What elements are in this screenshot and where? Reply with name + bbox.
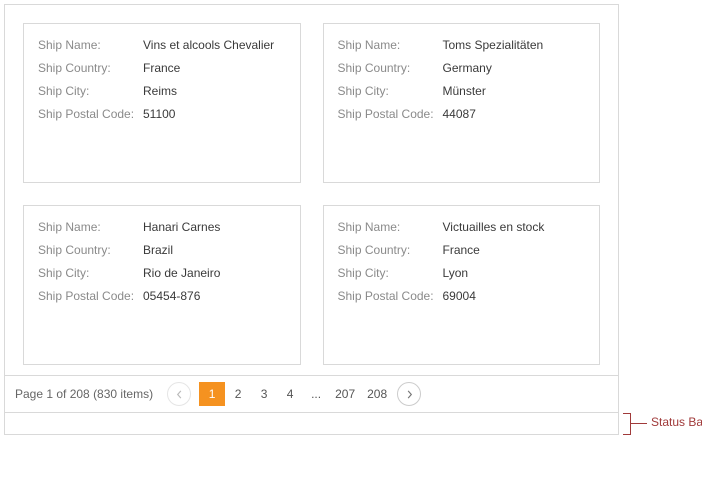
- field-value: 51100: [143, 107, 175, 121]
- prev-page-button: [167, 382, 191, 406]
- field-label: Ship Postal Code:: [338, 107, 443, 121]
- field-value: Hanari Carnes: [143, 220, 220, 234]
- field-label: Ship Country:: [338, 243, 443, 257]
- field-label: Ship Postal Code:: [38, 107, 143, 121]
- field-label: Ship City:: [338, 84, 443, 98]
- card-row: Ship City:Münster: [338, 84, 586, 98]
- data-card: Ship Name:Victuailles en stockShip Count…: [323, 205, 601, 365]
- footer-strip: [5, 412, 618, 434]
- status-bar: Page 1 of 208 (830 items) 1234...207208: [5, 375, 618, 412]
- page-number[interactable]: 207: [329, 382, 361, 406]
- card-row: Ship Name:Toms Spezialitäten: [338, 38, 586, 52]
- card-grid-area: Ship Name:Vins et alcools ChevalierShip …: [5, 5, 618, 375]
- bracket-tick: [631, 423, 647, 424]
- field-label: Ship City:: [338, 266, 443, 280]
- card-row: Ship Postal Code:69004: [338, 289, 586, 303]
- page-number[interactable]: 2: [225, 382, 251, 406]
- data-card: Ship Name:Toms SpezialitätenShip Country…: [323, 23, 601, 183]
- field-value: Brazil: [143, 243, 173, 257]
- field-label: Ship Country:: [338, 61, 443, 75]
- page-number[interactable]: 208: [361, 382, 393, 406]
- field-label: Ship Postal Code:: [38, 289, 143, 303]
- field-value: Toms Spezialitäten: [443, 38, 544, 52]
- page-number[interactable]: 1: [199, 382, 225, 406]
- card-row: Ship Postal Code:44087: [338, 107, 586, 121]
- field-label: Ship City:: [38, 266, 143, 280]
- field-value: 44087: [443, 107, 476, 121]
- page-info-text: Page 1 of 208 (830 items): [15, 387, 153, 401]
- field-label: Ship Name:: [338, 38, 443, 52]
- card-row: Ship Postal Code:51100: [38, 107, 286, 121]
- field-label: Ship Country:: [38, 61, 143, 75]
- field-value: Victuailles en stock: [443, 220, 545, 234]
- page-number[interactable]: 4: [277, 382, 303, 406]
- field-label: Ship Name:: [38, 38, 143, 52]
- card-row: Ship Country:Germany: [338, 61, 586, 75]
- bracket-shape: [630, 413, 631, 435]
- field-label: Ship City:: [38, 84, 143, 98]
- chevron-left-icon: [175, 390, 184, 399]
- field-value: Lyon: [443, 266, 469, 280]
- page-number[interactable]: 3: [251, 382, 277, 406]
- field-label: Ship Country:: [38, 243, 143, 257]
- field-value: 69004: [443, 289, 476, 303]
- field-label: Ship Name:: [338, 220, 443, 234]
- card-row: Ship Name:Hanari Carnes: [38, 220, 286, 234]
- data-view-container: Ship Name:Vins et alcools ChevalierShip …: [4, 4, 619, 435]
- field-value: Rio de Janeiro: [143, 266, 220, 280]
- card-grid: Ship Name:Vins et alcools ChevalierShip …: [23, 23, 600, 365]
- field-value: 05454-876: [143, 289, 200, 303]
- field-value: France: [143, 61, 180, 75]
- card-row: Ship Country:France: [338, 243, 586, 257]
- field-label: Ship Postal Code:: [338, 289, 443, 303]
- card-row: Ship City:Lyon: [338, 266, 586, 280]
- field-label: Ship Name:: [38, 220, 143, 234]
- card-row: Ship City:Rio de Janeiro: [38, 266, 286, 280]
- card-row: Ship Name:Victuailles en stock: [338, 220, 586, 234]
- card-row: Ship Country:France: [38, 61, 286, 75]
- card-row: Ship City:Reims: [38, 84, 286, 98]
- card-row: Ship Postal Code:05454-876: [38, 289, 286, 303]
- field-value: Münster: [443, 84, 486, 98]
- annotation-label: Status Bar: [651, 415, 702, 429]
- field-value: Germany: [443, 61, 492, 75]
- data-card: Ship Name:Vins et alcools ChevalierShip …: [23, 23, 301, 183]
- page-ellipsis: ...: [303, 382, 329, 406]
- card-row: Ship Name:Vins et alcools Chevalier: [38, 38, 286, 52]
- chevron-right-icon: [405, 390, 414, 399]
- data-card: Ship Name:Hanari CarnesShip Country:Braz…: [23, 205, 301, 365]
- card-row: Ship Country:Brazil: [38, 243, 286, 257]
- page-number-list: 1234...207208: [199, 382, 393, 406]
- field-value: Vins et alcools Chevalier: [143, 38, 274, 52]
- field-value: France: [443, 243, 480, 257]
- next-page-button[interactable]: [397, 382, 421, 406]
- field-value: Reims: [143, 84, 177, 98]
